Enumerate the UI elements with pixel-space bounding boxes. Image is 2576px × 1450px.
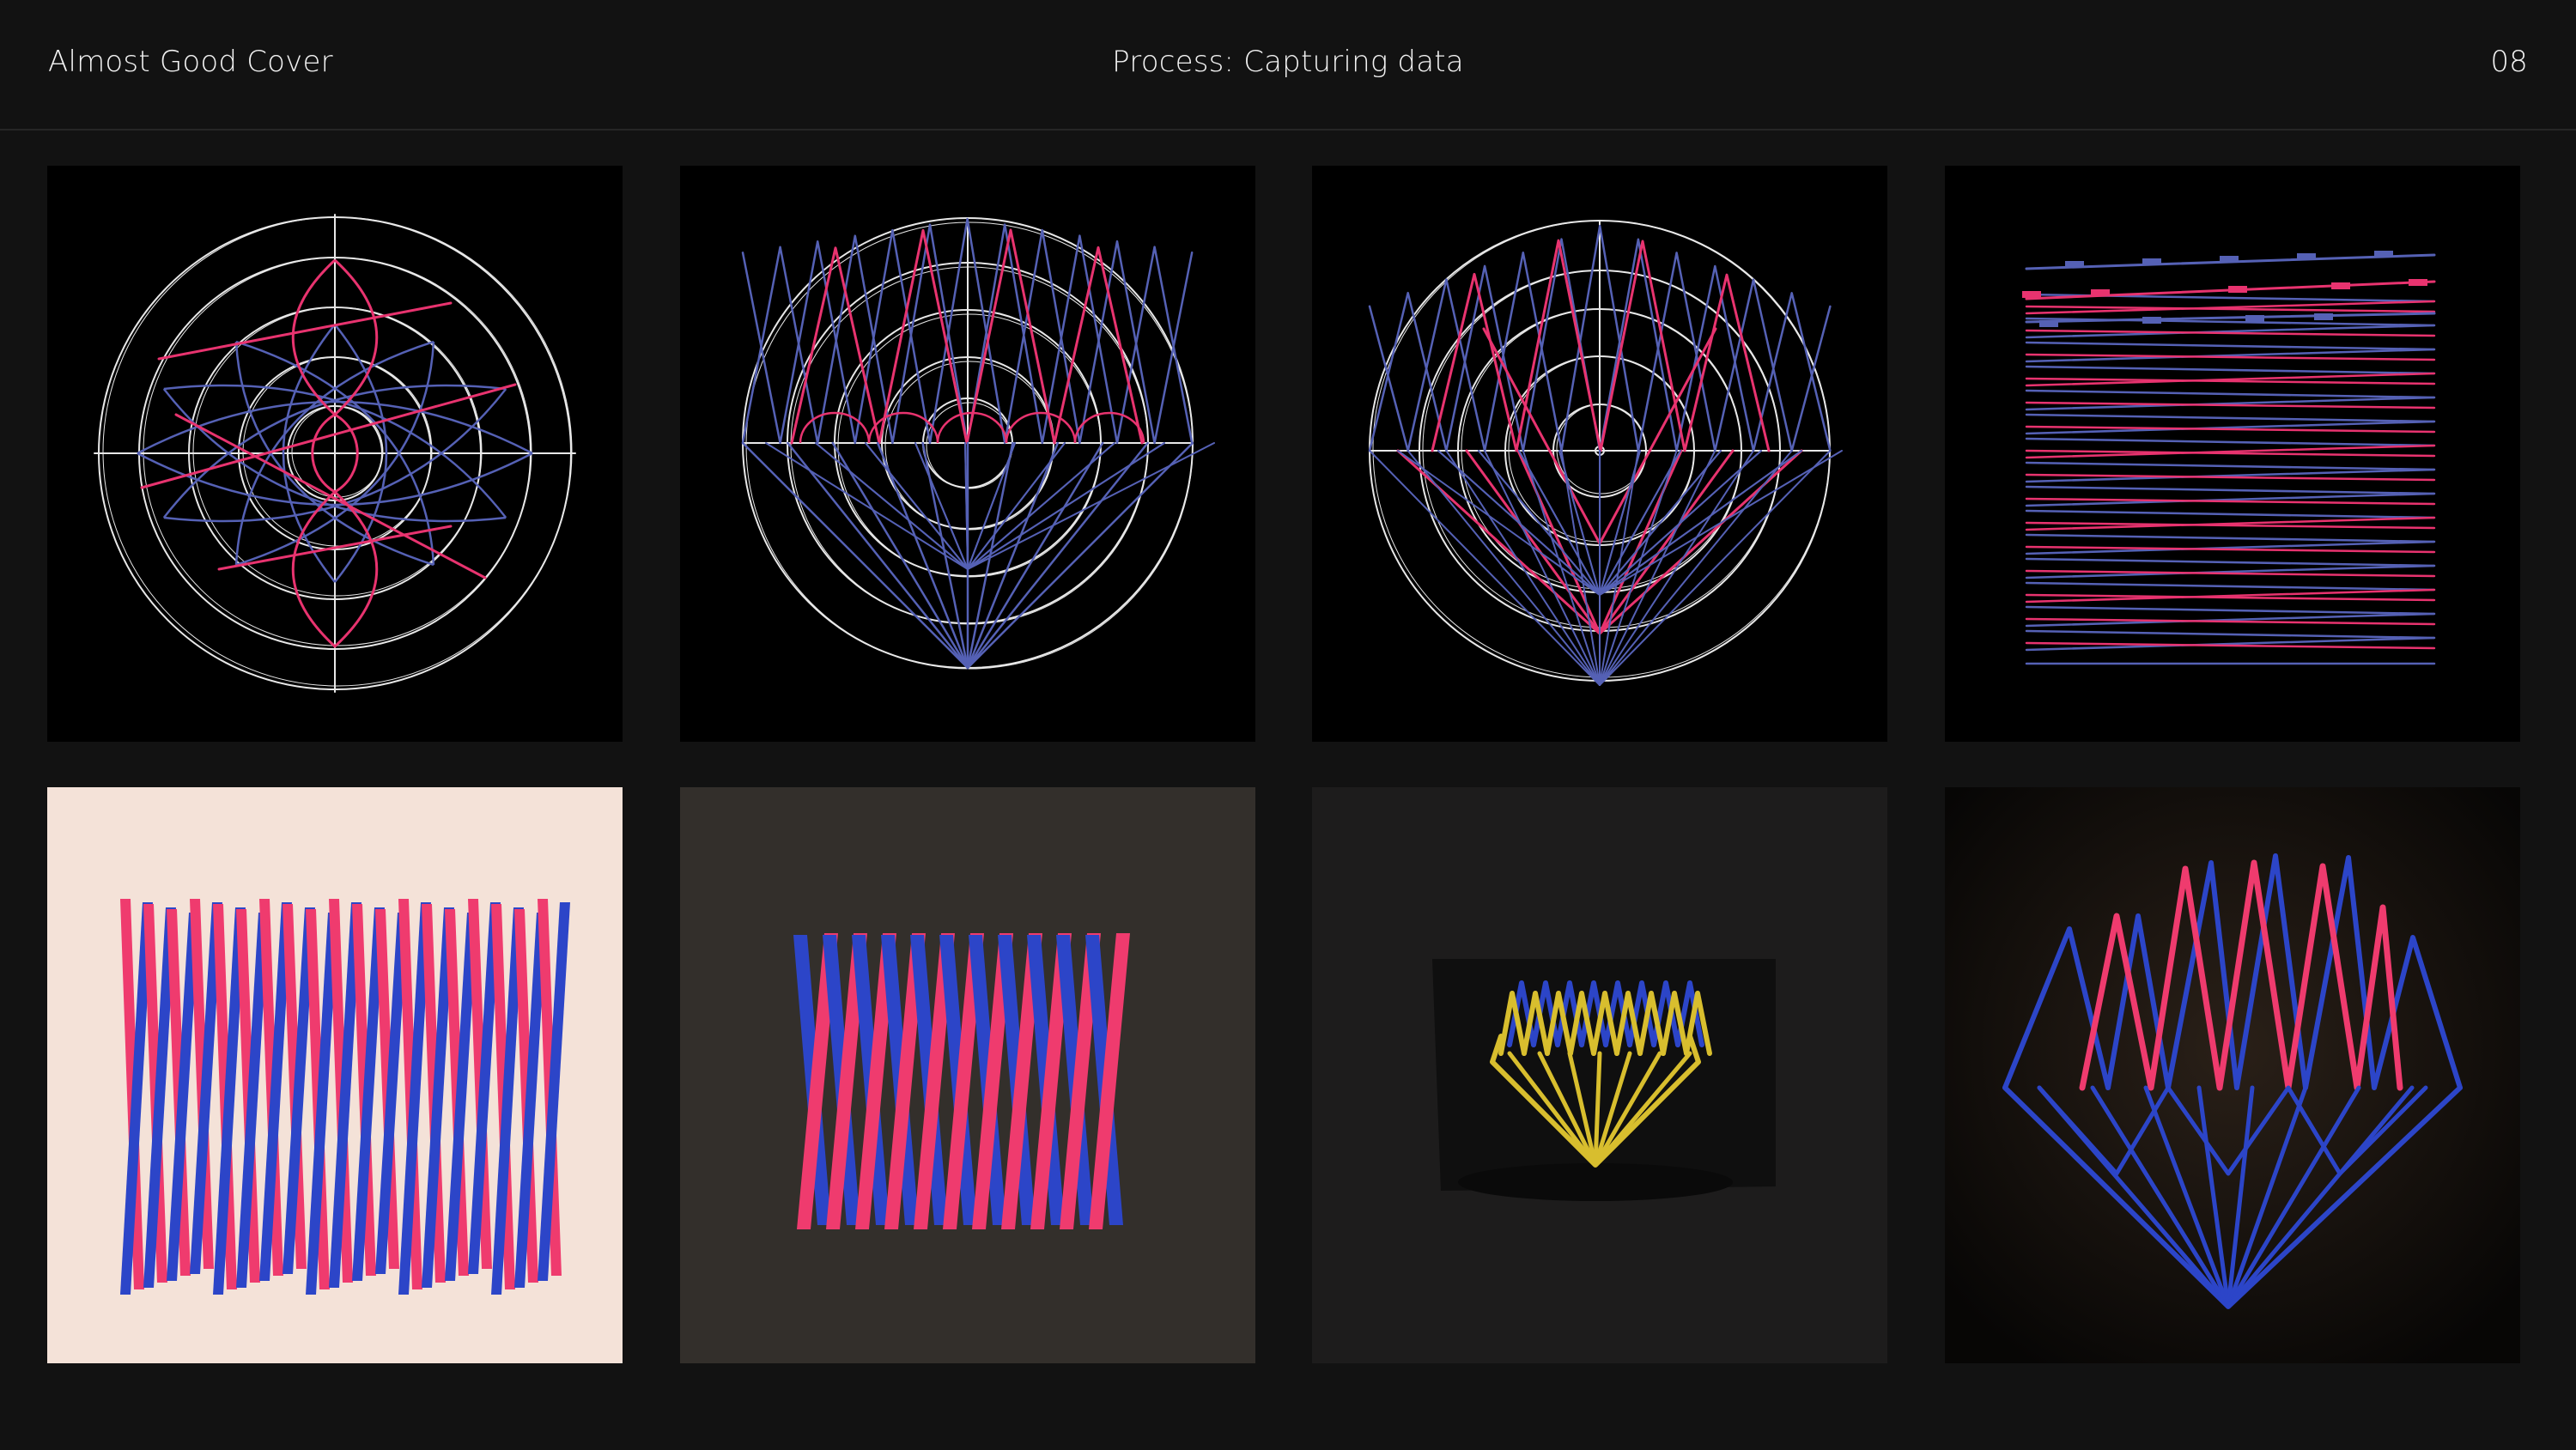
photo-yellow-fan-model: [1312, 787, 1887, 1363]
drawing-polar-lobes: [47, 166, 623, 742]
page-header: Almost Good Cover Process: Capturing dat…: [0, 0, 2576, 130]
photo-tape-gray-paper: [680, 787, 1255, 1363]
drawing-circle-zigzag-full: [1312, 166, 1887, 742]
section-title: Process: Capturing data: [1112, 45, 1464, 79]
photo-tape-cream-paper: [47, 787, 623, 1363]
page-number: 08: [2490, 45, 2528, 79]
drawing-horizontal-zigzag: [1945, 166, 2520, 742]
drawing-circle-zigzag-upper: [680, 166, 1255, 742]
photo-fan-model-dark: [1945, 787, 2520, 1363]
